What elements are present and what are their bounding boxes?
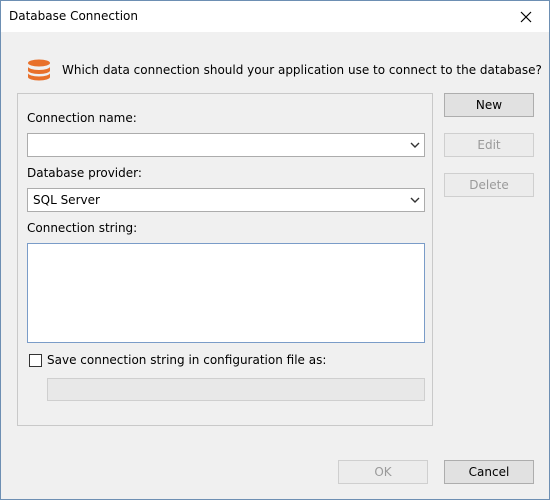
delete-button: Delete — [444, 173, 534, 197]
config-name-input — [47, 378, 425, 401]
database-connection-dialog: Database Connection Which data connectio… — [0, 0, 550, 500]
save-connection-string-label[interactable]: Save connection string in configuration … — [47, 353, 326, 367]
connection-string-textarea[interactable] — [27, 243, 425, 343]
edit-button: Edit — [444, 133, 534, 157]
cancel-button[interactable]: Cancel — [444, 460, 534, 484]
connection-string-label: Connection string: — [27, 221, 138, 235]
database-icon — [28, 59, 50, 81]
close-button[interactable] — [503, 1, 549, 32]
database-provider-label: Database provider: — [27, 166, 142, 180]
chevron-down-icon — [410, 142, 420, 148]
window-title: Database Connection — [9, 9, 138, 23]
ok-button: OK — [338, 460, 428, 484]
connection-name-combobox[interactable] — [27, 133, 425, 157]
connection-name-label: Connection name: — [27, 111, 137, 125]
database-provider-combobox[interactable]: SQL Server — [27, 188, 425, 212]
database-provider-value: SQL Server — [33, 193, 100, 207]
title-bar: Database Connection — [1, 1, 549, 32]
chevron-down-icon — [410, 197, 420, 203]
save-connection-string-checkbox[interactable] — [29, 354, 42, 367]
new-button[interactable]: New — [444, 93, 534, 117]
prompt-text: Which data connection should your applic… — [62, 63, 542, 77]
close-icon — [520, 11, 532, 22]
